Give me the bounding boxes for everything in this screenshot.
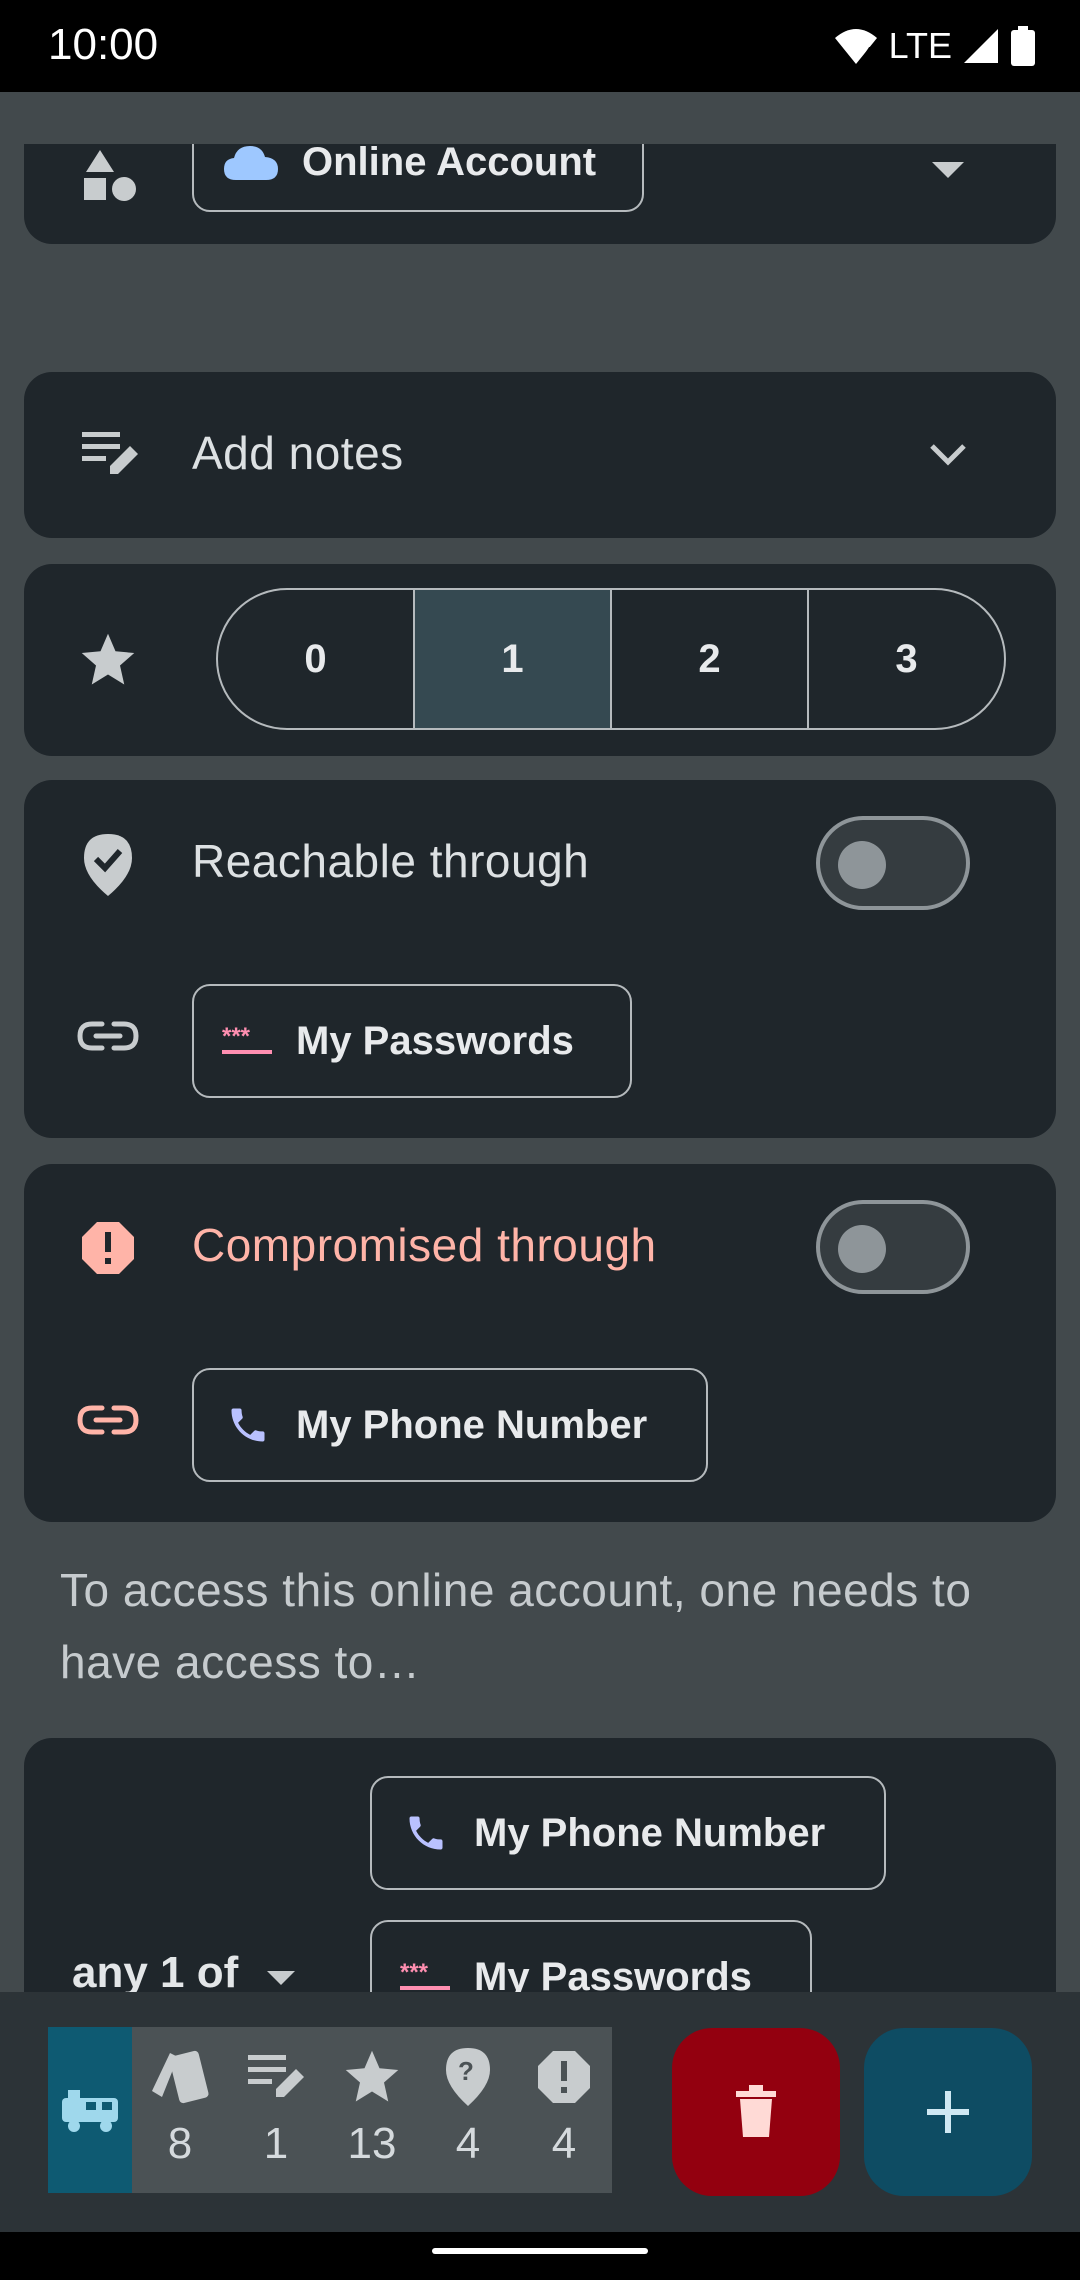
- rating-card: 0 1 2 3: [24, 564, 1056, 756]
- compromised-chip-label: My Phone Number: [296, 1402, 648, 1447]
- access-item-phone-label: My Phone Number: [474, 1810, 826, 1855]
- rating-option-3[interactable]: 3: [807, 590, 1004, 728]
- compromised-chip[interactable]: My Phone Number: [192, 1368, 708, 1482]
- svg-text:***: ***: [222, 1026, 251, 1050]
- status-bar: 10:00 4 LTE: [0, 0, 1080, 92]
- status-icons: 4 LTE: [833, 24, 1036, 68]
- access-item-passwords-label: My Passwords: [474, 1954, 752, 1993]
- location-check-icon: [84, 834, 132, 896]
- delete-button[interactable]: [672, 2028, 840, 2196]
- password-icon: ***: [400, 1962, 450, 1990]
- shapes-icon: [84, 150, 136, 201]
- compromised-toggle[interactable]: [816, 1200, 970, 1294]
- trash-icon: [736, 2085, 776, 2137]
- train-icon: [62, 2090, 118, 2132]
- notes-edit-icon: [82, 432, 138, 474]
- compromised-card: Compromised through My Phone Number: [24, 1164, 1056, 1522]
- cards-icon: [152, 2050, 209, 2104]
- reachable-chip[interactable]: *** My Passwords: [192, 984, 632, 1098]
- notes-label: Add notes: [192, 427, 404, 479]
- svg-text:4: 4: [863, 44, 873, 64]
- quantifier-text: any 1 of: [72, 1948, 239, 1992]
- type-card: Online Account: [24, 144, 1056, 244]
- stats-panel[interactable]: 8 1 13 ? 4 4: [48, 2027, 612, 2193]
- phone-icon: [231, 1408, 265, 1442]
- svg-text:?: ?: [458, 2056, 474, 2086]
- quantifier-label[interactable]: any 1 of: [72, 1948, 297, 1992]
- type-chip-label: Online Account: [302, 144, 597, 184]
- link-icon: [77, 1405, 139, 1435]
- question-icon: ?: [446, 2048, 490, 2106]
- rating-option-0[interactable]: 0: [218, 590, 413, 728]
- stat-unknown-value: 4: [455, 2119, 481, 2168]
- dropdown-arrow-icon: [266, 1971, 295, 1985]
- home-gesture-pill[interactable]: [432, 2248, 648, 2254]
- access-card: My Phone Number any 1 of *** My Password…: [24, 1738, 1056, 1992]
- access-item-phone[interactable]: My Phone Number: [370, 1776, 886, 1890]
- star-icon: [345, 2050, 399, 2102]
- stat-cards[interactable]: 8: [132, 2027, 228, 2193]
- stats-lead[interactable]: [48, 2027, 132, 2193]
- type-chip[interactable]: Online Account: [192, 144, 644, 212]
- signal-icon: [964, 29, 998, 63]
- password-icon: ***: [222, 1026, 272, 1054]
- phone-icon: [409, 1816, 443, 1850]
- cloud-icon: [224, 146, 278, 180]
- alert-icon: [538, 2051, 590, 2103]
- stat-alerts-value: 4: [551, 2119, 577, 2168]
- system-nav-bar: [0, 2232, 1080, 2280]
- sheet-content: Online Account Add notes 0 1 2 3 Reachab…: [0, 144, 1080, 1992]
- stat-unknown[interactable]: ? 4: [420, 2027, 516, 2193]
- alert-octagon-icon: [82, 1222, 134, 1274]
- access-helper-text: To access this online account, one needs…: [60, 1564, 972, 1688]
- stat-stars[interactable]: 13: [324, 2027, 420, 2193]
- access-item-passwords[interactable]: *** My Passwords: [370, 1920, 812, 1992]
- link-icon: [77, 1021, 139, 1051]
- chevron-down-icon[interactable]: [928, 442, 968, 468]
- network-type: LTE: [888, 25, 952, 66]
- stat-cards-value: 8: [167, 2119, 193, 2168]
- add-button[interactable]: [864, 2028, 1032, 2196]
- stat-alerts[interactable]: 4: [516, 2027, 612, 2193]
- wifi-icon: 4: [834, 29, 877, 64]
- reachable-toggle-knob: [838, 841, 886, 889]
- reachable-label: Reachable through: [192, 835, 590, 887]
- plus-icon: [927, 2091, 969, 2133]
- bottom-bar: 8 1 13 ? 4 4: [0, 1992, 1080, 2232]
- notes-icon: [248, 2055, 304, 2097]
- rating-option-1[interactable]: 1: [413, 590, 610, 728]
- compromised-label: Compromised through: [192, 1219, 657, 1271]
- rating-selector[interactable]: 0 1 2 3: [216, 588, 1006, 730]
- svg-text:***: ***: [400, 1962, 429, 1986]
- notes-card[interactable]: Add notes: [24, 372, 1056, 538]
- status-time: 10:00: [48, 20, 159, 69]
- compromised-toggle-knob: [838, 1225, 886, 1273]
- reachable-chip-label: My Passwords: [296, 1018, 574, 1063]
- star-icon: [81, 633, 135, 685]
- reachable-card: Reachable through *** My Passwords: [24, 780, 1056, 1138]
- dropdown-arrow-icon[interactable]: [930, 160, 966, 180]
- battery-icon: [1011, 26, 1035, 66]
- rating-option-2[interactable]: 2: [610, 590, 807, 728]
- stat-notes[interactable]: 1: [228, 2027, 324, 2193]
- reachable-toggle[interactable]: [816, 816, 970, 910]
- stat-stars-value: 13: [347, 2119, 397, 2168]
- stat-notes-value: 1: [263, 2119, 289, 2168]
